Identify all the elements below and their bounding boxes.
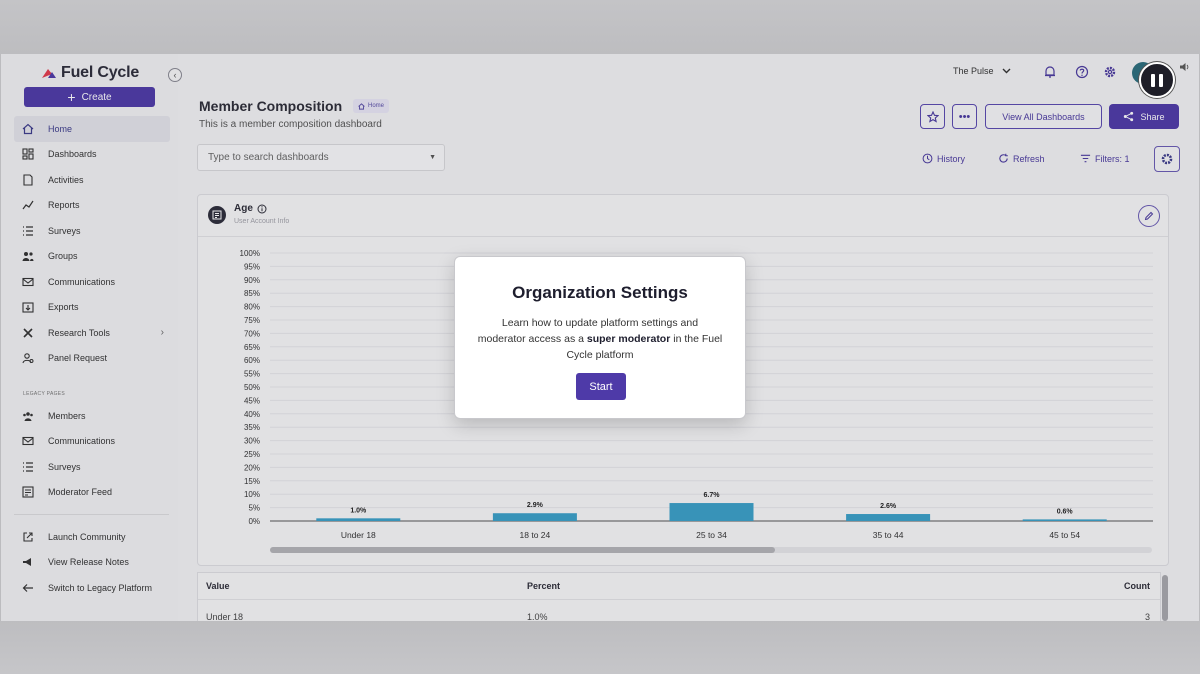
volume-icon[interactable] <box>1179 62 1191 72</box>
app-window: Fuel Cycle + Create Home Dashboards Acti… <box>1 54 1199 621</box>
modal-text-bold: super moderator <box>586 333 671 345</box>
pause-bar <box>1159 73 1163 87</box>
pause-bar <box>1151 73 1155 87</box>
modal-description: Learn how to update platform settings an… <box>477 315 723 363</box>
organization-settings-modal: Organization Settings Learn how to updat… <box>454 256 746 419</box>
start-tour-button[interactable]: Start <box>576 373 626 400</box>
modal-title: Organization Settings <box>512 283 688 302</box>
blurred-browser-bar <box>0 0 1200 54</box>
blurred-taskbar <box>0 621 1200 674</box>
pause-recording-button[interactable] <box>1139 62 1175 98</box>
